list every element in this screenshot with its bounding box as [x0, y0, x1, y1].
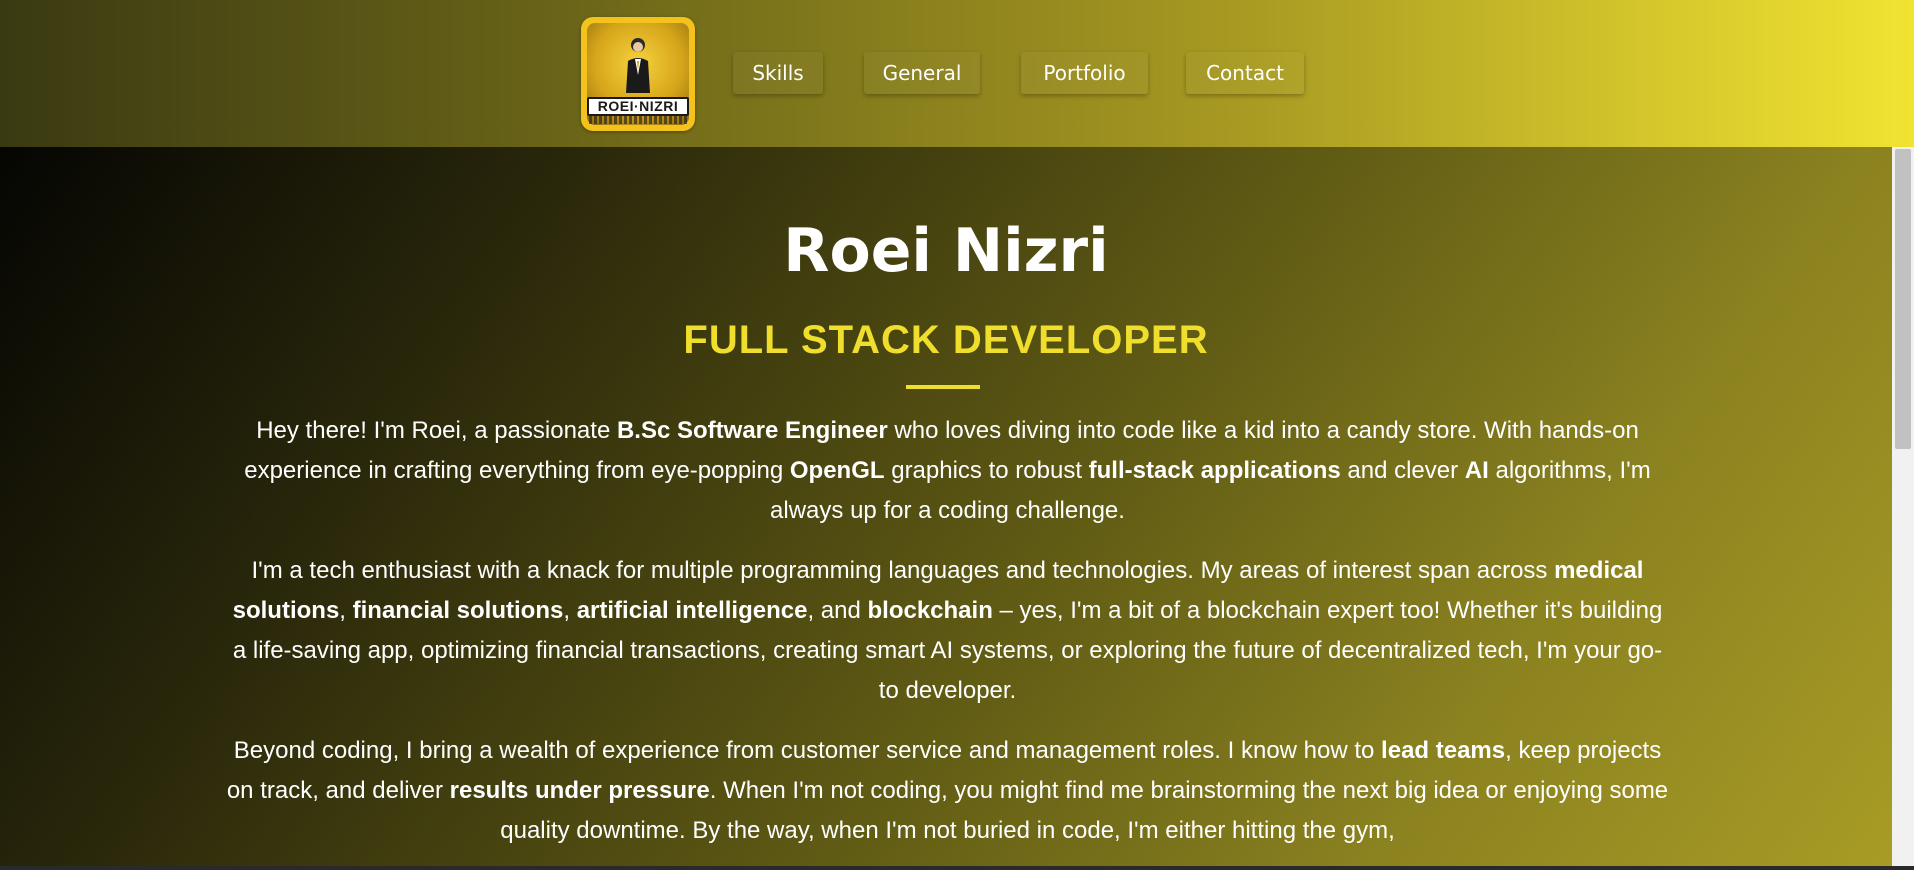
- paragraph-text: ,: [339, 597, 353, 624]
- emphasis-text: full-stack applications: [1088, 457, 1341, 484]
- title-divider: [906, 385, 980, 389]
- person-icon: [626, 38, 650, 93]
- emphasis-text: artificial intelligence: [576, 597, 808, 624]
- emphasis-text: lead teams: [1381, 737, 1506, 764]
- site-header: ROEI·NIZRI Skills General Portfolio Cont…: [0, 0, 1914, 147]
- emphasis-text: B.Sc Software Engineer: [616, 417, 888, 444]
- paragraph-text: I'm a tech enthusiast with a knack for m…: [251, 557, 1555, 584]
- logo[interactable]: ROEI·NIZRI: [581, 17, 695, 131]
- emphasis-text: blockchain: [867, 597, 993, 624]
- page-title: Roei Nizri: [783, 216, 1109, 286]
- window-bottom-edge: [0, 866, 1914, 870]
- vertical-scrollbar[interactable]: [1892, 147, 1914, 870]
- emphasis-text: results under pressure: [449, 777, 710, 804]
- about-paragraph-1: Hey there! I'm Roei, a passionate B.Sc S…: [225, 411, 1670, 531]
- about-paragraph-2: I'm a tech enthusiast with a knack for m…: [225, 551, 1670, 711]
- paragraph-text: Hey there! I'm Roei, a passionate: [256, 417, 617, 444]
- role-subtitle: FULL STACK DEVELOPER: [683, 318, 1209, 362]
- paragraph-text: ,: [563, 597, 577, 624]
- emphasis-text: financial solutions: [352, 597, 564, 624]
- emphasis-text: AI: [1464, 457, 1489, 484]
- logo-text: ROEI·NIZRI: [587, 97, 689, 116]
- emphasis-text: OpenGL: [789, 457, 885, 484]
- nav-skills[interactable]: Skills: [733, 52, 823, 94]
- paragraph-text: and clever: [1340, 457, 1465, 484]
- paragraph-text: , and: [807, 597, 868, 624]
- paragraph-text: Beyond coding, I bring a wealth of exper…: [233, 737, 1382, 764]
- about-paragraph-3: Beyond coding, I bring a wealth of exper…: [225, 731, 1670, 851]
- scrollbar-thumb[interactable]: [1895, 149, 1911, 449]
- logo-tagline-icon: [589, 116, 687, 124]
- nav-general[interactable]: General: [864, 52, 980, 94]
- nav-portfolio[interactable]: Portfolio: [1021, 52, 1148, 94]
- paragraph-text: graphics to robust: [884, 457, 1089, 484]
- nav-contact[interactable]: Contact: [1186, 52, 1304, 94]
- hero-section: Roei Nizri FULL STACK DEVELOPER Hey ther…: [0, 147, 1892, 870]
